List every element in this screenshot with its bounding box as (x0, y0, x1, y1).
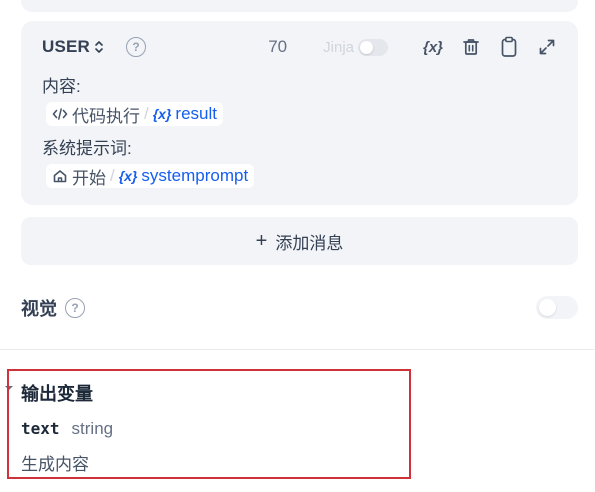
help-circle-icon[interactable]: ? (126, 37, 147, 57)
message-toolbar: 70 Jinja {x} (268, 35, 558, 59)
add-message-label: 添加消息 (275, 233, 344, 253)
token-count: 70 (268, 37, 288, 56)
trash-icon-svg (463, 39, 479, 55)
path-separator: / (144, 104, 149, 123)
add-message-button[interactable]: + 添加消息 (21, 217, 578, 265)
variable-name: result (175, 104, 217, 123)
role-label[interactable]: USER (42, 37, 90, 57)
variable-icon: {x} (118, 168, 138, 184)
home-icon (53, 170, 67, 183)
output-variable-row: text string (21, 419, 113, 439)
trash-icon[interactable] (460, 36, 482, 58)
vision-label: 视觉 (21, 299, 57, 319)
vision-row: 视觉 ? (21, 295, 578, 321)
system-prompt-variable-chip[interactable]: 开始 / {x} systemprompt (46, 164, 255, 188)
output-variable-name: text (21, 419, 60, 438)
node-name: 代码执行 (72, 106, 140, 126)
expand-icon-svg (539, 39, 555, 55)
plus-icon: + (255, 229, 268, 252)
variable-name: systemprompt (141, 166, 249, 185)
variable-icon: {x} (152, 106, 172, 122)
output-variable-description: 生成内容 (21, 455, 89, 474)
content-variable-chip[interactable]: 代码执行 / {x} result (46, 102, 223, 126)
variable-icon[interactable]: {x} (422, 36, 444, 58)
clipboard-icon[interactable] (498, 36, 520, 58)
clipboard-icon-svg (501, 36, 517, 57)
role-selector[interactable]: USER ? (42, 37, 147, 57)
previous-card (21, 0, 578, 12)
jinja-toggle[interactable] (358, 38, 388, 56)
node-name: 开始 (72, 168, 106, 188)
vision-toggle[interactable] (536, 296, 578, 319)
user-message-card: USER ? 70 Jinja {x} 内容: 代码执行 / {x} resul… (21, 21, 578, 205)
system-prompt-label: 系统提示词: (42, 139, 132, 158)
help-circle-icon[interactable]: ? (65, 298, 85, 318)
content-label: 内容: (42, 77, 81, 96)
updown-chevron-icon[interactable] (94, 39, 104, 55)
output-variables-title[interactable]: 输出变量 (21, 380, 93, 406)
jinja-label: Jinja (323, 38, 354, 56)
variable-glyph: {x} (422, 38, 444, 56)
output-variable-type: string (71, 419, 114, 438)
section-divider (0, 349, 595, 350)
expand-icon[interactable] (536, 36, 558, 58)
path-separator: / (110, 166, 115, 185)
code-icon (52, 108, 68, 120)
